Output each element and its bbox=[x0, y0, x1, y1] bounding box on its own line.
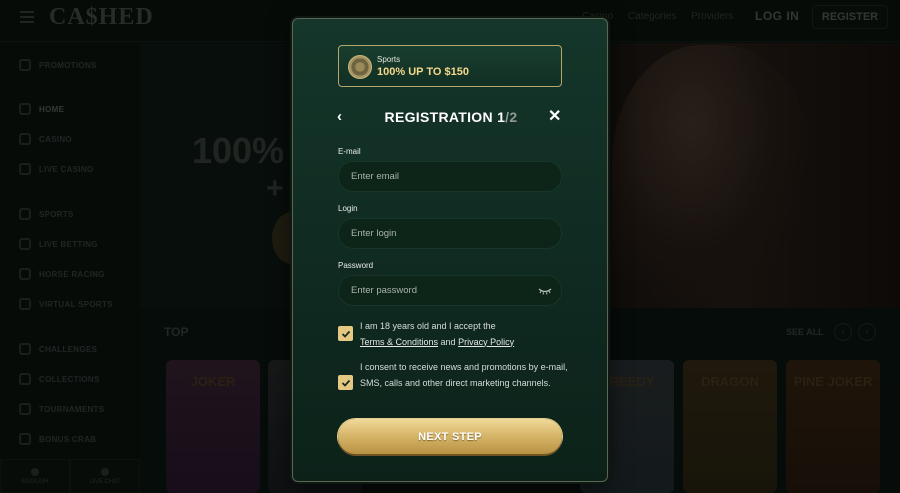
login-label: Login bbox=[338, 204, 358, 213]
email-label: E-mail bbox=[338, 147, 361, 156]
privacy-link[interactable]: Privacy Policy bbox=[458, 337, 514, 347]
promo-banner[interactable]: Sports 100% UP TO $150 bbox=[338, 45, 562, 87]
marketing-consent-text: I consent to receive news and promotions… bbox=[360, 362, 568, 388]
close-icon[interactable]: ✕ bbox=[548, 109, 562, 125]
email-field[interactable] bbox=[339, 162, 561, 191]
eye-closed-icon[interactable] bbox=[538, 286, 552, 296]
title-step-total: /2 bbox=[505, 109, 518, 125]
email-field-wrap bbox=[338, 161, 562, 192]
coin-icon bbox=[348, 55, 372, 79]
password-field-wrap bbox=[338, 275, 562, 306]
promo-title: 100% UP TO $150 bbox=[377, 66, 469, 78]
checkmark-icon bbox=[341, 379, 350, 387]
login-field-wrap bbox=[338, 218, 562, 249]
promo-category: Sports bbox=[377, 55, 401, 64]
age-consent-label: I am 18 years old and I accept the bbox=[360, 321, 496, 331]
registration-modal: Sports 100% UP TO $150 ‹ REGISTRATION 1/… bbox=[292, 18, 608, 482]
password-field[interactable] bbox=[339, 276, 561, 305]
and-text: and bbox=[440, 336, 456, 347]
age-consent-checkbox[interactable] bbox=[338, 326, 353, 341]
next-step-button[interactable]: NEXT STEP bbox=[338, 419, 562, 454]
age-consent-text: I am 18 years old and I accept the Terms… bbox=[360, 319, 570, 350]
terms-link[interactable]: Terms & Conditions bbox=[360, 337, 438, 347]
login-field[interactable] bbox=[339, 219, 561, 248]
title-step-current: REGISTRATION 1 bbox=[384, 109, 506, 125]
marketing-consent-checkbox[interactable] bbox=[338, 375, 353, 390]
password-label: Password bbox=[338, 261, 374, 270]
checkmark-icon bbox=[341, 330, 350, 338]
